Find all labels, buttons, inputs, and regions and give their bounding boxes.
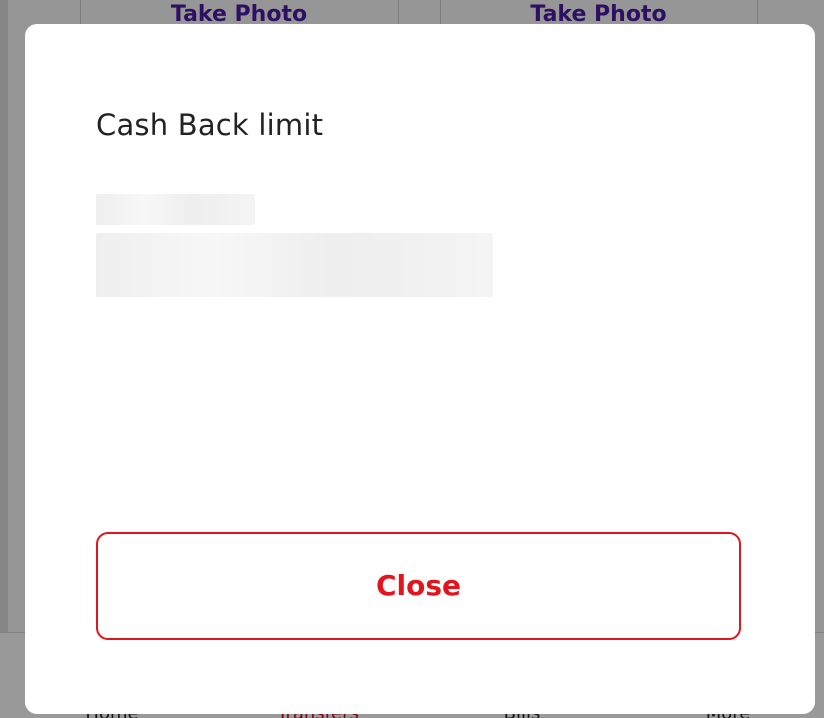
loading-placeholder-short (96, 194, 255, 225)
dialog-title: Cash Back limit (96, 108, 324, 142)
loading-placeholder-long (96, 233, 493, 297)
close-button[interactable]: Close (96, 532, 741, 640)
cash-back-limit-dialog: Cash Back limit Close (25, 24, 815, 714)
